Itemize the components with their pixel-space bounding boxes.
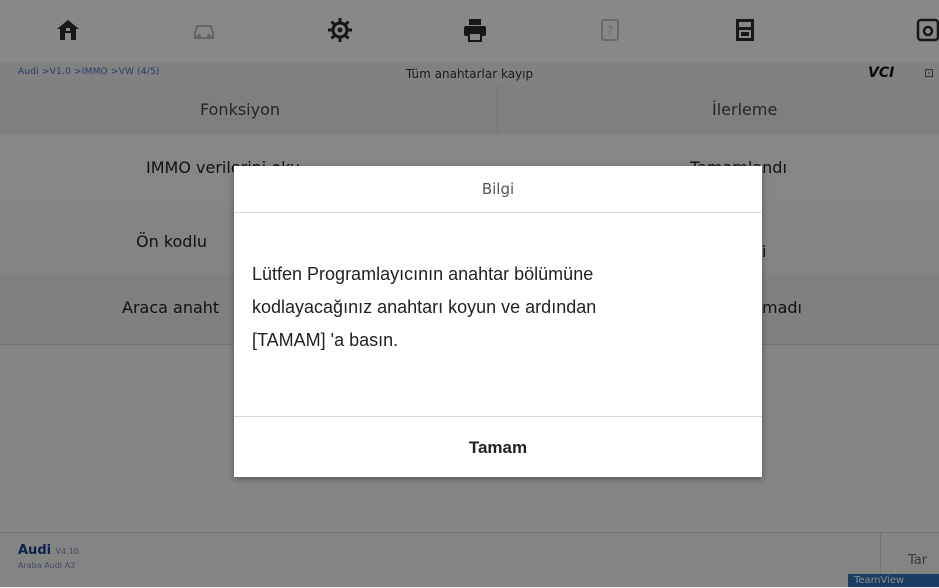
- dialog-message-line: Lütfen Programlayıcının anahtar bölümüne: [252, 264, 594, 284]
- ok-button[interactable]: Tamam: [234, 417, 762, 478]
- dialog-message-line: kodlayacağınız anahtarı koyun ve ardında…: [252, 297, 597, 317]
- dialog-message-line: [TAMAM] 'a basın.: [252, 330, 399, 350]
- dialog-message: Lütfen Programlayıcının anahtar bölümüne…: [252, 258, 732, 357]
- info-dialog: Bilgi Lütfen Programlayıcının anahtar bö…: [234, 166, 762, 477]
- dialog-title: Bilgi: [234, 166, 762, 213]
- dialog-footer: Tamam: [234, 416, 762, 478]
